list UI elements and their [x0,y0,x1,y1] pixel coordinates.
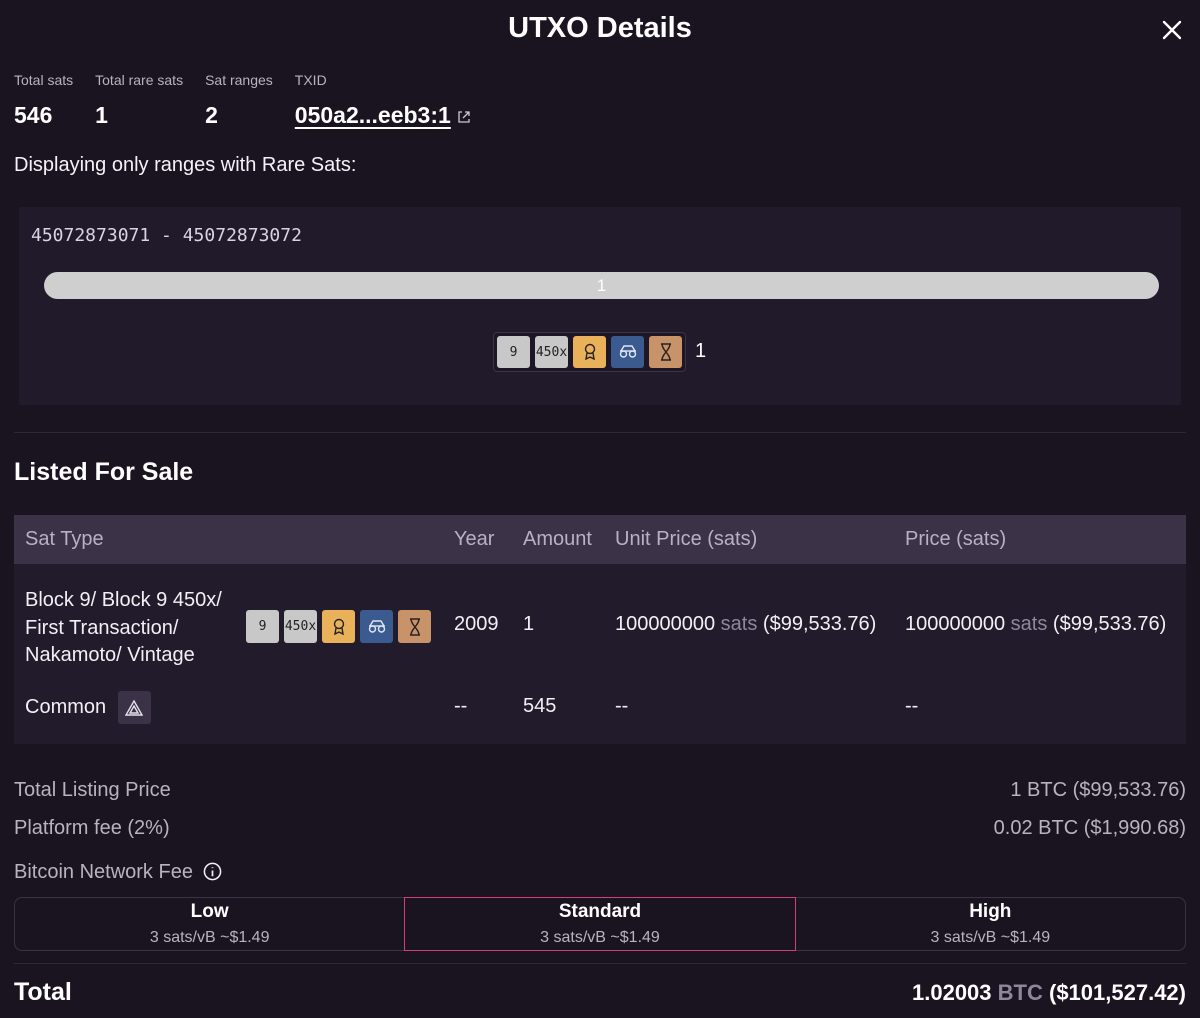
450x-badge: 450x [535,336,568,368]
fee-option-detail: 3 sats/vB ~$1.49 [930,929,1051,946]
sat-type-label: Common [25,695,107,718]
header-price: Price (sats) [905,528,1007,550]
award-icon [573,336,606,368]
platform-fee-row: Platform fee (2%) 0.02 BTC ($1,990.68) [14,817,1186,840]
badge-count: 1 [695,340,707,362]
stat-label: Sat ranges [205,72,273,88]
unit-price-number: 100000000 [615,613,716,635]
sat-type-line: First Transaction/ [25,616,179,639]
hourglass-icon [649,336,682,368]
stat-label: TXID [294,72,327,88]
rarity-badges: 9 450x [493,332,686,372]
unit-price-cell: -- [615,695,629,717]
stat-label: Total rare sats [95,72,184,88]
platform-fee-value: 0.02 BTC ($1,990.68) [993,817,1186,839]
year-cell: -- [454,695,468,717]
fee-option-standard[interactable]: Standard 3 sats/vB ~$1.49 [404,897,796,951]
total-amount: 1.02003 [912,980,992,1005]
info-icon[interactable] [203,862,222,881]
stat-value: 2 [205,102,218,128]
table-row: Common -- 545 -- -- [14,689,1186,744]
divider [14,963,1186,964]
total-value: 1.02003 BTC ($101,527.42) [912,980,1186,1006]
fee-option-low[interactable]: Low 3 sats/vB ~$1.49 [15,898,404,950]
glasses-icon [611,336,644,368]
stat-label: Total sats [14,72,74,88]
utxo-details-modal: UTXO Details Total sats 546 Total rare s… [0,0,1200,1018]
table-header: Sat Type Year Amount Unit Price (sats) P… [14,515,1186,564]
network-fee-title: Bitcoin Network Fee [14,861,222,884]
total-listing-value: 1 BTC ($99,533.76) [1010,779,1186,801]
header-amount: Amount [523,528,592,550]
sat-range-panel: 45072873071 - 45072873072 1 9 450x 1 [19,207,1181,405]
total-label: Total [14,978,72,1006]
sat-type-cell: Common [25,691,151,724]
fee-option-name: Standard [558,901,642,922]
sat-type-line: Block 9/ Block 9 450x/ [25,589,222,611]
external-link-icon[interactable] [457,110,471,124]
header-sat-type: Sat Type [25,528,104,550]
sat-type-cell: Block 9/ Block 9 450x/ First Transaction… [25,587,240,670]
table-row: Block 9/ Block 9 450x/ First Transaction… [14,564,1186,689]
network-fee-label: Bitcoin Network Fee [14,861,193,883]
stats-row: Total sats 546 Total rare sats 1 Sat ran… [14,72,493,129]
listing-table: Sat Type Year Amount Unit Price (sats) P… [14,515,1186,744]
stat-value: 546 [14,102,53,128]
total-usd: ($101,527.42) [1049,980,1186,1005]
fee-option-detail: 3 sats/vB ~$1.49 [149,929,270,946]
range-label: 45072873071 - 45072873072 [31,225,302,246]
stat-total-sats: Total sats 546 [14,72,73,129]
fee-option-name: High [969,901,1012,922]
modal-title: UTXO Details [508,12,692,44]
common-sat-icon [117,691,151,724]
award-icon [322,610,355,643]
price-cell: 100000000 sats ($99,533.76) [905,613,1166,636]
amount-cell: 1 [523,613,535,635]
total-listing-row: Total Listing Price 1 BTC ($99,533.76) [14,779,1186,802]
row-rarity-badges: 9 450x [246,610,431,643]
price-number: 100000000 [905,613,1006,635]
fee-option-high[interactable]: High 3 sats/vB ~$1.49 [796,898,1185,950]
hourglass-icon [398,610,431,643]
price-cell: -- [905,695,919,717]
range-bar: 1 [44,272,1159,299]
fee-option-detail: 3 sats/vB ~$1.49 [540,929,660,946]
header-unit-price: Unit Price (sats) [615,528,758,550]
450x-badge: 450x [284,610,317,643]
unit-price-usd: ($99,533.76) [762,613,877,635]
stat-total-rare-sats: Total rare sats 1 [95,72,183,129]
total-listing-label: Total Listing Price [14,779,171,801]
fee-option-name: Low [190,901,229,922]
header-year: Year [454,528,495,550]
platform-fee-label: Platform fee (2%) [14,817,170,839]
year-cell: 2009 [454,613,499,635]
stat-txid: TXID 050a2...eeb3:1 [295,72,471,129]
network-fee-options: Low 3 sats/vB ~$1.49 Standard 3 sats/vB … [14,897,1186,951]
total-unit: BTC [997,980,1043,1005]
sat-type-line: Nakamoto/ Vintage [25,644,195,666]
close-icon[interactable] [1160,18,1184,42]
amount-cell: 545 [523,695,557,717]
table-body: Block 9/ Block 9 450x/ First Transaction… [14,564,1186,744]
glasses-icon [360,610,393,643]
listed-for-sale-title: Listed For Sale [14,458,194,486]
price-usd: ($99,533.76) [1052,613,1167,635]
block-9-badge: 9 [497,336,530,368]
price-unit: sats [1010,613,1048,635]
unit-price-unit: sats [720,613,758,635]
txid-value: 050a2...eeb3:1 [295,102,471,129]
block-9-badge: 9 [246,610,279,643]
unit-price-cell: 100000000 sats ($99,533.76) [615,613,876,636]
displaying-text: Displaying only ranges with Rare Sats: [14,154,357,176]
divider [14,432,1186,433]
stat-sat-ranges: Sat ranges 2 [205,72,273,129]
txid-link[interactable]: 050a2...eeb3:1 [295,102,451,128]
stat-value: 1 [95,102,108,128]
